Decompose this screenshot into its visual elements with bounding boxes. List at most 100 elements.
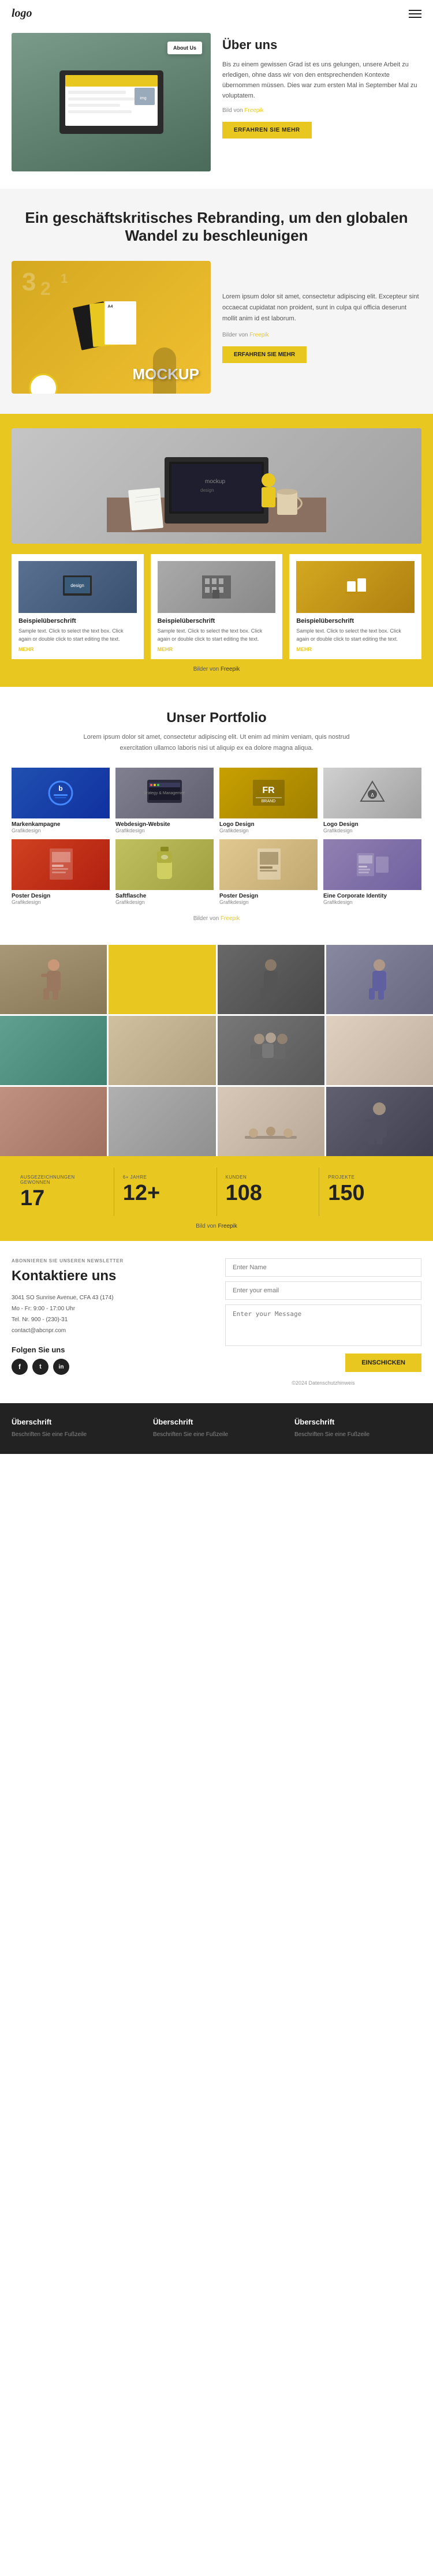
card-1-link[interactable]: mehr xyxy=(18,646,137,652)
contact-title: Kontaktiere uns xyxy=(12,1268,208,1285)
group-meeting-icon xyxy=(248,1027,294,1074)
svg-text:design: design xyxy=(200,488,214,493)
social-icon-facebook[interactable]: f xyxy=(12,1359,28,1375)
hamburger-menu[interactable] xyxy=(409,10,421,18)
contact-info: 3041 SO Sunrise Avenue, CFA 43 (174) Mo … xyxy=(12,1292,208,1336)
card-3-link[interactable]: mehr xyxy=(296,646,415,652)
social-icon-twitter[interactable]: t xyxy=(32,1359,48,1375)
portfolio-item-cat-6: Grafikdesign xyxy=(115,899,214,905)
stat-number-1: 17 xyxy=(20,1187,105,1209)
contact-left: ABONNIEREN SIE UNSEREN NEWSLETTER Kontak… xyxy=(12,1258,208,1386)
stats-photo-credit: Bild von Freepik xyxy=(12,1223,421,1229)
person-4-icon xyxy=(362,956,397,1003)
footer-text-3: Beschriften Sie eine Fußzeile xyxy=(294,1430,421,1440)
portfolio-item-8[interactable]: Eine Corporate Identity Grafikdesign xyxy=(323,839,421,905)
hero-cta-button[interactable]: ERFAHREN SIE MEHR xyxy=(222,122,312,139)
portfolio-item-cat-4: Grafikdesign xyxy=(323,828,421,833)
portfolio-description: Lorem ipsum dolor sit amet, consectetur … xyxy=(72,732,361,753)
portfolio-item-3[interactable]: FR BRAND Logo Design Grafikdesign xyxy=(219,768,318,833)
photo-cell-11 xyxy=(218,1087,324,1156)
contact-section: ABONNIEREN SIE UNSEREN NEWSLETTER Kontak… xyxy=(0,1241,433,1403)
card-1-title: Beispielüberschrift xyxy=(18,618,137,625)
portfolio-item-title-3: Logo Design xyxy=(219,821,318,828)
stat-number-3: 108 xyxy=(226,1182,311,1204)
rebranding-section: Ein geschäftskritisches Rebranding, um d… xyxy=(0,189,433,414)
cards-top-image: mockup design xyxy=(12,428,421,544)
stat-number-4: 150 xyxy=(328,1182,413,1204)
portfolio-item-6[interactable]: Saftflasche Grafikdesign xyxy=(115,839,214,905)
rebranding-image: 3 2 1 A4 MOCKUP xyxy=(12,261,211,394)
stat-item-1: AUSGEZEICHNUNGEN GEWONNEN 17 xyxy=(12,1168,114,1216)
svg-text:Δ: Δ xyxy=(371,792,374,798)
portfolio-item-title-5: Poster Design xyxy=(12,893,110,899)
logo-design-2-icon: Δ xyxy=(354,777,391,809)
menu-line-2 xyxy=(409,13,421,14)
rebranding-content: 3 2 1 A4 MOCKUP Lorem ipsum dolor xyxy=(12,261,421,394)
portfolio-item-5[interactable]: Poster Design Grafikdesign xyxy=(12,839,110,905)
footer-col-2: Überschrift Beschriften Sie eine Fußzeil… xyxy=(153,1418,280,1440)
portfolio-item-1[interactable]: b Markenkampagne Grafikdesign xyxy=(12,768,110,833)
rebranding-description: Lorem ipsum dolor sit amet, consectetur … xyxy=(222,291,421,324)
card-2-text: Sample text. Click to select the text bo… xyxy=(158,627,276,643)
copyright-link[interactable]: ©2024 Datenschutzhinweis xyxy=(292,1380,354,1386)
portfolio-item-cat-3: Grafikdesign xyxy=(219,828,318,833)
portfolio-item-7[interactable]: Poster Design Grafikdesign xyxy=(219,839,318,905)
hero-photo-link[interactable]: Freepik xyxy=(244,107,263,114)
footer-title-3: Überschrift xyxy=(294,1418,421,1426)
hero-photo-credit: Bild von Freepik xyxy=(222,107,421,114)
logo-design-icon: FR BRAND xyxy=(250,777,288,809)
portfolio-grid: b Markenkampagne Grafikdesign Strategy &… xyxy=(12,768,421,905)
stats-photo-link[interactable]: Freepik xyxy=(218,1223,237,1229)
menu-line-1 xyxy=(409,10,421,11)
portfolio-item-2[interactable]: Strategy & Management Webdesign-Website … xyxy=(115,768,214,833)
rebranding-photo-link[interactable]: Freepik xyxy=(249,332,268,338)
portfolio-item-title-7: Poster Design xyxy=(219,893,318,899)
photo-cell-2 xyxy=(109,945,215,1014)
laptop-svg: img xyxy=(54,65,169,140)
contact-email-link[interactable]: contact@abcnpr.com xyxy=(12,1328,66,1334)
photo-cell-3 xyxy=(218,945,324,1014)
card-3: Beispielüberschrift Sample text. Click t… xyxy=(289,554,421,659)
contact-submit-button[interactable]: EINSCHICKEN xyxy=(345,1354,421,1372)
card-1-image: design xyxy=(18,561,137,613)
photo-cell-6 xyxy=(109,1016,215,1085)
stat-label-2: 6+ JAHRE xyxy=(123,1175,208,1180)
footer-col-3: Überschrift Beschriften Sie eine Fußzeil… xyxy=(294,1418,421,1440)
hero-title: Über uns xyxy=(222,38,421,53)
contact-tel: Tel. Nr. 900 - (230)-31 xyxy=(12,1314,208,1325)
portfolio-photo-credit: Bilder von Freepik xyxy=(12,915,421,922)
person-dark-icon xyxy=(253,956,288,1003)
cards-photo-link[interactable]: Freepik xyxy=(221,666,240,672)
person-side-icon xyxy=(359,1098,400,1145)
menu-line-3 xyxy=(409,17,421,18)
portfolio-item-4[interactable]: Δ Logo Design Grafikdesign xyxy=(323,768,421,833)
portfolio-item-cat-1: Grafikdesign xyxy=(12,828,110,833)
svg-text:mockup: mockup xyxy=(205,478,225,485)
portfolio-photo-link[interactable]: Freepik xyxy=(221,915,240,922)
card-2-link[interactable]: mehr xyxy=(158,646,276,652)
cards-section: mockup design design Beispie xyxy=(0,414,433,687)
stats-grid: AUSGEZEICHNUNGEN GEWONNEN 17 6+ JAHRE 12… xyxy=(12,1168,421,1216)
footer-title-1: Überschrift xyxy=(12,1418,139,1426)
portfolio-img-1: b xyxy=(12,768,110,818)
svg-text:b: b xyxy=(58,784,62,792)
portfolio-item-title-8: Eine Corporate Identity xyxy=(323,893,421,899)
contact-message-input[interactable] xyxy=(225,1304,421,1346)
social-icon-linkedin[interactable]: in xyxy=(53,1359,69,1375)
footer-text-1: Beschriften Sie eine Fußzeile xyxy=(12,1430,139,1440)
stat-item-3: KUNDEN 108 xyxy=(217,1168,320,1216)
portfolio-img-6 xyxy=(115,839,214,890)
svg-text:Strategy & Management: Strategy & Management xyxy=(144,791,185,795)
stat-label-3: KUNDEN xyxy=(226,1175,311,1180)
poster-2-icon xyxy=(253,847,285,882)
portfolio-img-3: FR BRAND xyxy=(219,768,318,818)
logo[interactable]: logo xyxy=(12,7,32,20)
portfolio-img-4: Δ xyxy=(323,768,421,818)
hero-description: Bis zu einem gewissen Grad ist es uns ge… xyxy=(222,59,421,102)
stats-section: AUSGEZEICHNUNGEN GEWONNEN 17 6+ JAHRE 12… xyxy=(0,1156,433,1241)
newsletter-label: ABONNIEREN SIE UNSEREN NEWSLETTER xyxy=(12,1258,208,1263)
contact-email-input[interactable] xyxy=(225,1281,421,1300)
social-icons-row: f t in xyxy=(12,1359,208,1375)
contact-name-input[interactable] xyxy=(225,1258,421,1277)
rebranding-cta-button[interactable]: ERFAHREN SIE MEHR xyxy=(222,346,307,363)
